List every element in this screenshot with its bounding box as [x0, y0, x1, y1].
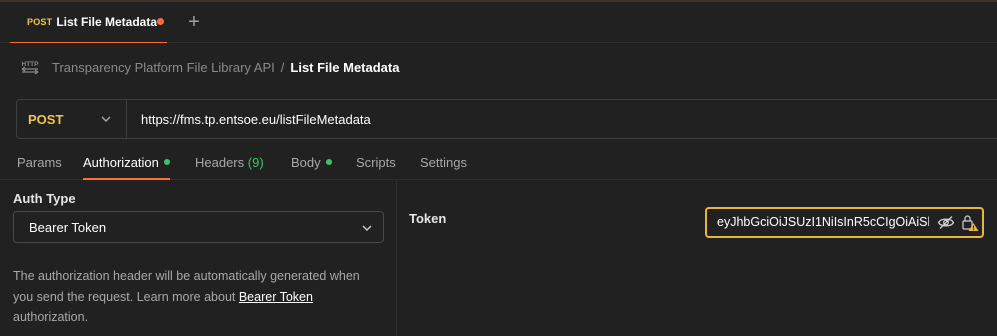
tab-scripts[interactable]: Scripts [356, 155, 396, 180]
tab-name-label: List File Metadata [56, 15, 157, 29]
tab-headers-label: Headers [195, 155, 245, 170]
breadcrumb: HTTP Transparency Platform File Library … [20, 57, 400, 77]
http-icon: HTTP [22, 61, 39, 75]
tab-body[interactable]: Body [291, 155, 332, 180]
tab-params-label: Params [17, 155, 62, 170]
eye-off-icon[interactable] [937, 215, 955, 230]
method-label: POST [28, 111, 64, 127]
tab-settings[interactable]: Settings [420, 155, 467, 180]
tab-method-label: POST [27, 17, 53, 27]
method-dropdown[interactable]: POST [17, 100, 127, 138]
token-value: eyJhbGciOiJSUzI1NiIsInR5cCIgOiAiSlc [717, 215, 929, 229]
auth-description-suffix: authorization. [13, 310, 89, 324]
body-indicator-dot [325, 159, 332, 165]
tab-scripts-label: Scripts [356, 155, 396, 170]
tab-settings-label: Settings [420, 155, 467, 170]
bearer-token-link[interactable]: Bearer Token [239, 290, 313, 304]
request-tab[interactable]: POST List File Metadata [10, 2, 167, 43]
auth-description: The authorization header will be automat… [13, 266, 383, 328]
tab-bar: POST List File Metadata + [0, 2, 997, 43]
headers-count: (9) [247, 155, 264, 170]
request-tabs: Params Authorization Headers (9) Body Sc… [0, 150, 997, 180]
auth-type-value: Bearer Token [29, 219, 107, 235]
authorization-indicator-dot [163, 159, 170, 165]
auth-type-dropdown[interactable]: Bearer Token [13, 211, 384, 243]
auth-type-panel: Auth Type Bearer Token The authorization… [0, 180, 397, 336]
tab-headers[interactable]: Headers (9) [195, 155, 264, 180]
tab-params[interactable]: Params [17, 155, 62, 180]
chevron-down-icon [362, 225, 372, 231]
breadcrumb-current-request[interactable]: List File Metadata [290, 60, 399, 75]
token-input[interactable]: eyJhbGciOiJSUzI1NiIsInR5cCIgOiAiSlc [705, 207, 984, 238]
token-label: Token [409, 211, 447, 226]
breadcrumb-separator: / [280, 59, 285, 75]
breadcrumb-collection[interactable]: Transparency Platform File Library API [52, 60, 275, 75]
unsaved-changes-dot [157, 18, 164, 25]
url-input[interactable]: https://fms.tp.entsoe.eu/listFileMetadat… [141, 112, 371, 127]
lock-warning-icon[interactable] [961, 213, 979, 232]
tab-authorization[interactable]: Authorization [83, 155, 170, 180]
url-bar: POST https://fms.tp.entsoe.eu/listFileMe… [16, 99, 997, 139]
new-tab-plus-icon[interactable]: + [184, 12, 204, 32]
chevron-down-icon [101, 116, 111, 122]
tab-body-label: Body [291, 155, 321, 170]
auth-type-label: Auth Type [13, 191, 76, 206]
tab-authorization-label: Authorization [83, 155, 159, 170]
